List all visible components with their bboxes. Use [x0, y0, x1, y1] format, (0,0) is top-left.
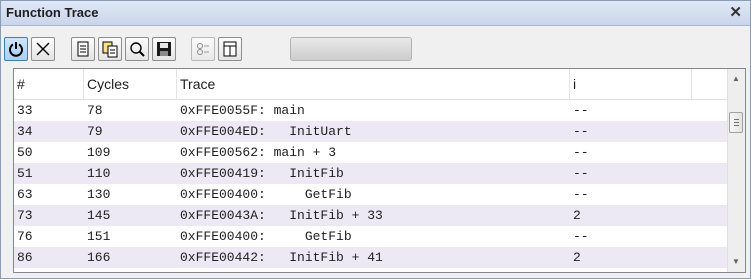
cell-cycles: 110 — [87, 166, 111, 181]
table-row[interactable]: 63 130 0xFFE00400: GetFib -- — [14, 184, 728, 205]
grip-line — [734, 122, 739, 123]
settings-icon — [197, 43, 209, 55]
cell-trace: 0xFFE00419: InitFib — [180, 166, 344, 181]
cell-number: 33 — [17, 103, 33, 118]
save-button[interactable] — [152, 37, 176, 61]
cell-i: 2 — [573, 250, 581, 265]
window-icon — [223, 41, 237, 57]
table-row[interactable]: 50 109 0xFFE00562: main + 3 -- — [14, 142, 728, 163]
settings-button[interactable] — [191, 37, 215, 61]
column-header-i[interactable]: i — [570, 69, 692, 99]
vertical-scrollbar[interactable]: ▲ ▼ — [727, 69, 745, 272]
close-icon[interactable]: ✕ — [729, 3, 742, 21]
cell-i: -- — [573, 166, 589, 181]
cell-i: -- — [573, 187, 589, 202]
scrollbar-thumb[interactable] — [729, 112, 743, 133]
column-header-number[interactable]: # — [14, 69, 84, 99]
cell-number: 86 — [17, 250, 33, 265]
cell-number: 51 — [17, 166, 33, 181]
progress-bar — [290, 37, 412, 61]
scroll-down-icon[interactable]: ▼ — [732, 257, 740, 266]
cell-i: -- — [573, 103, 589, 118]
clear-icon — [36, 42, 50, 56]
cell-cycles: 79 — [87, 124, 103, 139]
cell-cycles: 145 — [87, 208, 111, 223]
table-row[interactable]: 34 79 0xFFE004ED: InitUart -- — [14, 121, 728, 142]
cell-i: 2 — [573, 208, 581, 223]
cell-trace: 0xFFE00562: main + 3 — [180, 145, 337, 160]
cell-trace: 0xFFE00400: GetFib — [180, 229, 352, 244]
table-header: # Cycles Trace i — [14, 69, 728, 100]
power-icon — [9, 42, 23, 57]
grip-line — [734, 125, 739, 126]
table-body: 33 78 0xFFE0055F: main -- 34 79 0xFFE004… — [14, 100, 728, 268]
toolbar — [1, 26, 750, 66]
grip-line — [734, 119, 739, 120]
cell-cycles: 130 — [87, 187, 111, 202]
search-button[interactable] — [125, 37, 149, 61]
window-button[interactable] — [218, 37, 242, 61]
cell-number: 34 — [17, 124, 33, 139]
cell-trace: 0xFFE0055F: main — [180, 103, 305, 118]
cell-cycles: 166 — [87, 250, 111, 265]
trace-table: # Cycles Trace i 33 78 0xFFE0055F: main … — [13, 68, 746, 273]
cell-cycles: 78 — [87, 103, 103, 118]
cell-trace: 0xFFE0043A: InitFib + 33 — [180, 208, 383, 223]
cell-number: 63 — [17, 187, 33, 202]
cell-i: -- — [573, 124, 589, 139]
table-row[interactable]: 73 145 0xFFE0043A: InitFib + 33 2 — [14, 205, 728, 226]
cell-trace: 0xFFE004ED: InitUart — [180, 124, 352, 139]
table-row[interactable]: 33 78 0xFFE0055F: main -- — [14, 100, 728, 121]
power-button[interactable] — [4, 37, 28, 61]
cell-i: -- — [573, 145, 589, 160]
column-header-trace[interactable]: Trace — [177, 69, 570, 99]
table-row[interactable]: 86 166 0xFFE00442: InitFib + 41 2 — [14, 247, 728, 268]
save-icon — [157, 42, 171, 56]
cell-number: 50 — [17, 145, 33, 160]
copy-button[interactable] — [98, 37, 122, 61]
document-button[interactable] — [71, 37, 95, 61]
cell-cycles: 151 — [87, 229, 111, 244]
cell-trace: 0xFFE00400: GetFib — [180, 187, 352, 202]
window-title: Function Trace — [6, 5, 99, 20]
document-icon — [77, 41, 89, 57]
table-row[interactable]: 51 110 0xFFE00419: InitFib -- — [14, 163, 728, 184]
column-header-cycles[interactable]: Cycles — [84, 69, 177, 99]
cell-i: -- — [573, 229, 589, 244]
cell-number: 73 — [17, 208, 33, 223]
cell-number: 76 — [17, 229, 33, 244]
scroll-up-icon[interactable]: ▲ — [732, 74, 740, 83]
function-trace-window: Function Trace ✕ # Cycles Trace i 33 78 … — [0, 0, 751, 279]
cell-cycles: 109 — [87, 145, 111, 160]
search-icon — [130, 42, 145, 57]
copy-icon — [102, 41, 118, 58]
table-row[interactable]: 76 151 0xFFE00400: GetFib -- — [14, 226, 728, 247]
clear-button[interactable] — [31, 37, 55, 61]
title-bar: Function Trace ✕ — [1, 1, 750, 26]
cell-trace: 0xFFE00442: InitFib + 41 — [180, 250, 383, 265]
